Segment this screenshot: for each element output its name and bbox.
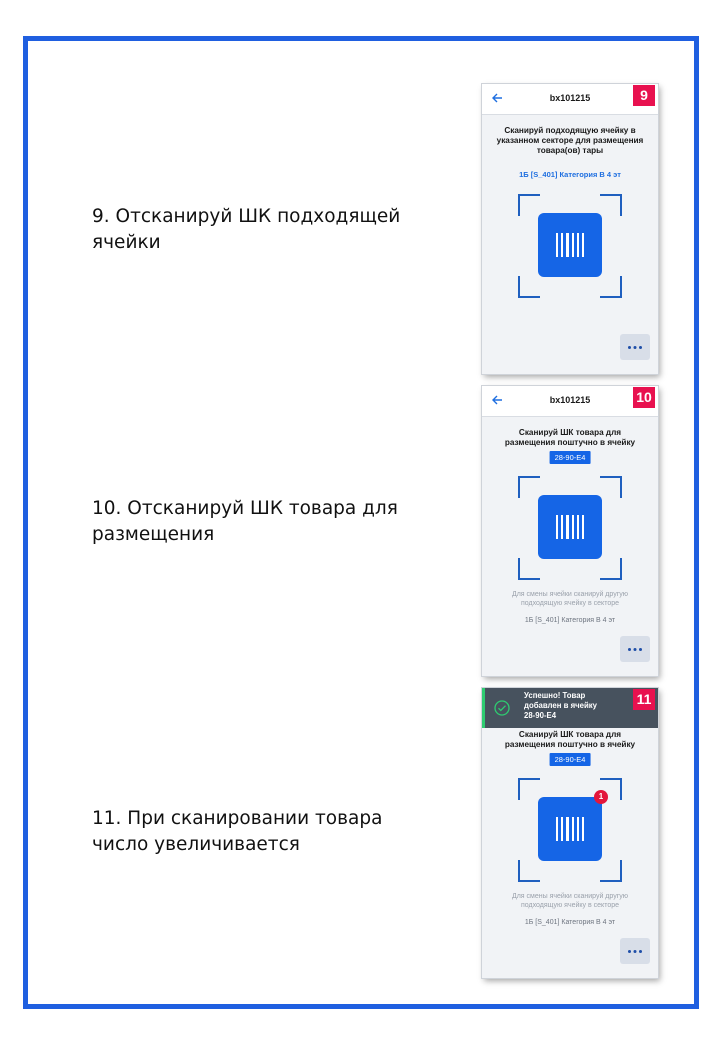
scan-corner [600, 194, 622, 216]
more-options-button[interactable] [620, 636, 650, 662]
scan-area [518, 194, 622, 298]
toast-message: Успешно! Товар добавлен в ячейку 28-90-E… [524, 691, 598, 720]
scan-corner [600, 860, 622, 882]
barcode-icon[interactable]: 1 [538, 790, 608, 861]
toast-accent-bar [482, 688, 485, 728]
scan-corner [600, 476, 622, 498]
scan-instruction: Сканируй ШК товара для размещения поштуч… [504, 730, 636, 749]
sector-location: 1Б [S_401] Категория В 4 эт [524, 617, 616, 624]
phone-screenshot-step-10: bx101215 10 Сканируй ШК товара для разме… [482, 386, 658, 676]
phone-screenshot-step-9: bx101215 9 Сканируй подходящую ячейку в … [482, 84, 658, 374]
barcode-icon[interactable] [538, 213, 602, 277]
change-cell-hint: Для смены ячейки сканируй другую подходя… [511, 591, 629, 607]
step-9-description: 9. Отсканируй ШК подходящей ячейки [92, 206, 401, 253]
step-10-description: 10. Отсканируй ШК товара для размещения [92, 498, 398, 545]
more-dots-icon [628, 648, 642, 651]
scan-corner [518, 860, 540, 882]
scan-corner [518, 476, 540, 498]
step-number-badge: 10 [633, 387, 655, 408]
more-dots-icon [628, 950, 642, 953]
step-number-badge: 11 [633, 689, 655, 710]
step-11-description: 11. При сканировании товара число увелич… [92, 808, 383, 855]
cell-chip: 28-90-E4 [549, 451, 591, 464]
scan-corner [518, 778, 540, 800]
scan-corner [600, 558, 622, 580]
scanned-count-badge: 1 [594, 790, 608, 804]
scan-corner [518, 194, 540, 216]
scan-area [518, 476, 622, 580]
success-toast: Успешно! Товар добавлен в ячейку 28-90-E… [482, 688, 658, 728]
phone-screenshot-step-11: Успешно! Товар добавлен в ячейку 28-90-E… [482, 688, 658, 978]
barcode-icon[interactable] [538, 495, 602, 559]
more-dots-icon [628, 346, 642, 349]
scan-corner [600, 276, 622, 298]
scan-corner [518, 276, 540, 298]
top-bar: bx101215 9 [482, 84, 658, 115]
check-circle-icon [494, 700, 510, 716]
task-code: bx101215 [549, 93, 591, 103]
step-number-badge: 9 [633, 85, 655, 106]
more-options-button[interactable] [620, 334, 650, 360]
scan-corner [518, 558, 540, 580]
scan-instruction: Сканируй подходящую ячейку в указанном с… [496, 126, 644, 155]
top-bar: bx101215 10 [482, 386, 658, 417]
cell-chip: 28-90-E4 [549, 753, 591, 766]
scan-instruction: Сканируй ШК товара для размещения поштуч… [504, 428, 636, 447]
task-code: bx101215 [549, 395, 591, 405]
scan-area: 1 [518, 778, 622, 882]
change-cell-hint: Для смены ячейки сканируй другую подходя… [511, 893, 629, 909]
sector-location: 1Б [S_401] Категория В 4 эт [524, 919, 616, 926]
sector-location: 1Б [S_401] Категория В 4 эт [519, 170, 621, 179]
more-options-button[interactable] [620, 938, 650, 964]
